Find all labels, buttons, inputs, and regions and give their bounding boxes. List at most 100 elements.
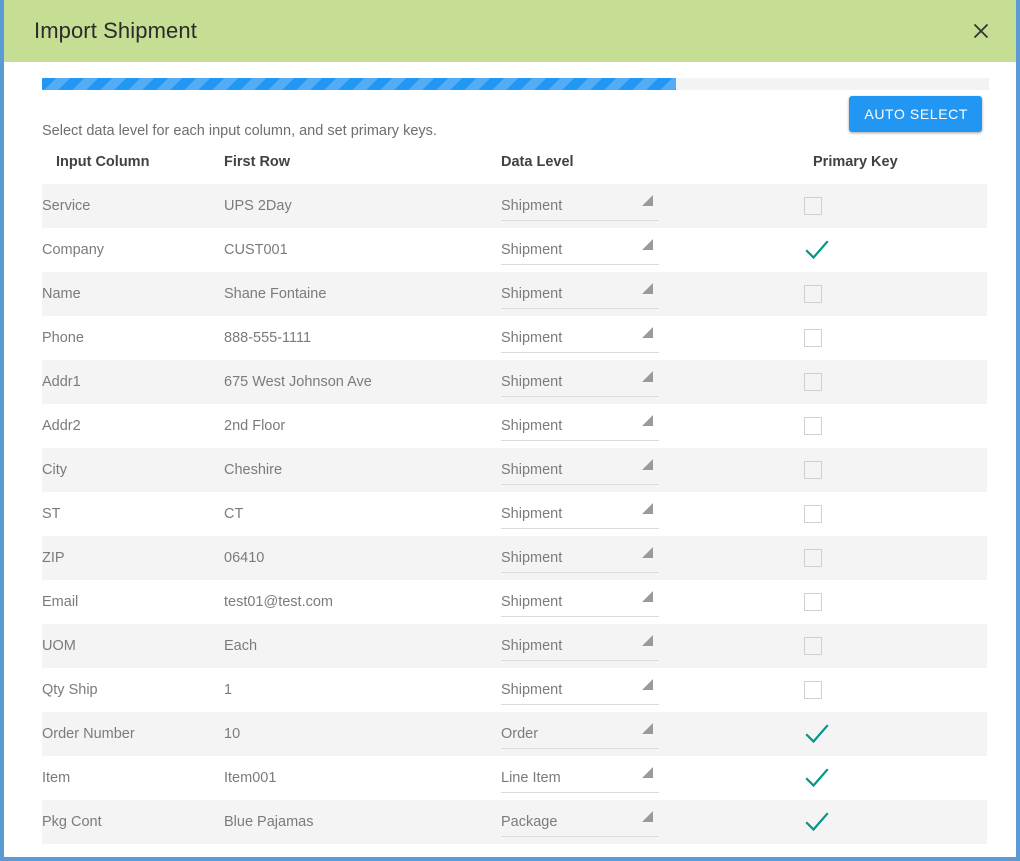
primary-key-checkbox[interactable] [804,681,822,699]
data-level-value: Shipment [501,373,563,390]
cell-first-row: test01@test.com [224,594,334,610]
cell-data-level: Shipment [496,316,804,360]
import-progress-fill [42,78,677,90]
data-level-value: Shipment [501,197,563,214]
cell-input-column: Addr2 [42,418,81,434]
primary-key-checkbox[interactable] [804,593,822,611]
cell-first-row: 675 West Johnson Ave [224,374,372,390]
primary-key-checkbox[interactable] [804,197,822,215]
check-icon[interactable] [804,809,830,835]
data-level-value: Shipment [501,549,563,566]
instruction-text: Select data level for each input column,… [42,123,437,139]
data-level-select[interactable]: Shipment [501,279,659,309]
column-header-first-row: First Row [224,154,291,170]
data-level-select[interactable]: Shipment [501,455,659,485]
primary-key-checkbox[interactable] [804,637,822,655]
data-level-value: Package [501,813,558,830]
cell-data-level: Shipment [496,448,804,492]
data-level-value: Line Item [501,769,561,786]
cell-input-column: UOM [42,638,76,654]
cell-primary-key [804,800,987,844]
page-title: Import Shipment [34,18,197,43]
data-level-select[interactable]: Line Item [501,763,659,793]
column-header-input-column: Input Column [56,154,150,170]
primary-key-checkbox[interactable] [804,549,822,567]
primary-key-checkbox[interactable] [804,329,822,347]
cell-data-level: Shipment [496,272,804,316]
cell-input-column: ZIP [42,550,65,566]
table-body: Service UPS 2Day Shipment Company CUST001 Shi… [42,184,987,844]
import-progress-bar [42,78,989,90]
cell-input-column: Email [42,594,79,610]
cell-input-column: Name [42,286,81,302]
cell-input-column: Phone [42,330,84,346]
cell-primary-key [804,272,987,316]
cell-data-level: Line Item [496,756,804,800]
dropdown-triangle-icon [642,459,653,470]
cell-first-row: CT [224,506,244,522]
cell-data-level: Shipment [496,228,804,272]
primary-key-checkbox[interactable] [804,461,822,479]
dropdown-triangle-icon [642,811,653,822]
data-level-value: Shipment [501,285,563,302]
table-header: Input Column First Row Data Level Primar… [42,154,987,184]
data-level-select[interactable]: Shipment [501,235,659,265]
table-row: Item Item001 Line Item [42,756,987,800]
cell-input-column: Company [42,242,105,258]
data-level-select[interactable]: Package [501,807,659,837]
primary-key-checkbox[interactable] [804,285,822,303]
cell-first-row: Shane Fontaine [224,286,327,302]
data-level-select[interactable]: Shipment [501,367,659,397]
dropdown-triangle-icon [642,679,653,690]
table-row: Pkg Cont Blue Pajamas Package [42,800,987,844]
primary-key-checkbox[interactable] [804,505,822,523]
data-level-select[interactable]: Shipment [501,191,659,221]
data-level-select[interactable]: Shipment [501,631,659,661]
dropdown-triangle-icon [642,195,653,206]
data-level-select[interactable]: Order [501,719,659,749]
check-icon[interactable] [804,765,830,791]
close-icon[interactable] [964,14,998,48]
dropdown-triangle-icon [642,635,653,646]
column-header-data-level: Data Level [501,154,574,170]
cell-data-level: Shipment [496,536,804,580]
dropdown-triangle-icon [642,415,653,426]
cell-input-column: Qty Ship [42,682,98,698]
cell-primary-key [804,228,987,272]
data-level-value: Order [501,725,539,742]
data-level-select[interactable]: Shipment [501,543,659,573]
dropdown-triangle-icon [642,767,653,778]
cell-primary-key [804,624,987,668]
cell-first-row: 888-555-1111 [224,330,312,346]
cell-primary-key [804,580,987,624]
column-mapping-table: Input Column First Row Data Level Primar… [42,154,987,844]
cell-primary-key [804,668,987,712]
table-row: Email test01@test.com Shipment [42,580,987,624]
cell-first-row: 1 [224,682,233,698]
cell-primary-key [804,712,987,756]
data-level-select[interactable]: Shipment [501,499,659,529]
cell-primary-key [804,756,987,800]
cell-input-column: Addr1 [42,374,81,390]
data-level-value: Shipment [501,417,563,434]
primary-key-checkbox[interactable] [804,417,822,435]
data-level-select[interactable]: Shipment [501,587,659,617]
cell-first-row: UPS 2Day [224,198,292,214]
data-level-select[interactable]: Shipment [501,323,659,353]
table-row: Company CUST001 Shipment [42,228,987,272]
auto-select-button[interactable]: AUTO SELECT [849,96,982,132]
table-row: Qty Ship 1 Shipment [42,668,987,712]
check-icon[interactable] [804,237,830,263]
cell-data-level: Shipment [496,360,804,404]
check-icon[interactable] [804,721,830,747]
import-shipment-modal: Import Shipment Select data level for ea… [0,0,1020,861]
data-level-value: Shipment [501,505,563,522]
data-level-select[interactable]: Shipment [501,675,659,705]
cell-data-level: Shipment [496,580,804,624]
primary-key-checkbox[interactable] [804,373,822,391]
dropdown-triangle-icon [642,371,653,382]
cell-first-row: 06410 [224,550,265,566]
cell-primary-key [804,404,987,448]
data-level-select[interactable]: Shipment [501,411,659,441]
cell-primary-key [804,316,987,360]
